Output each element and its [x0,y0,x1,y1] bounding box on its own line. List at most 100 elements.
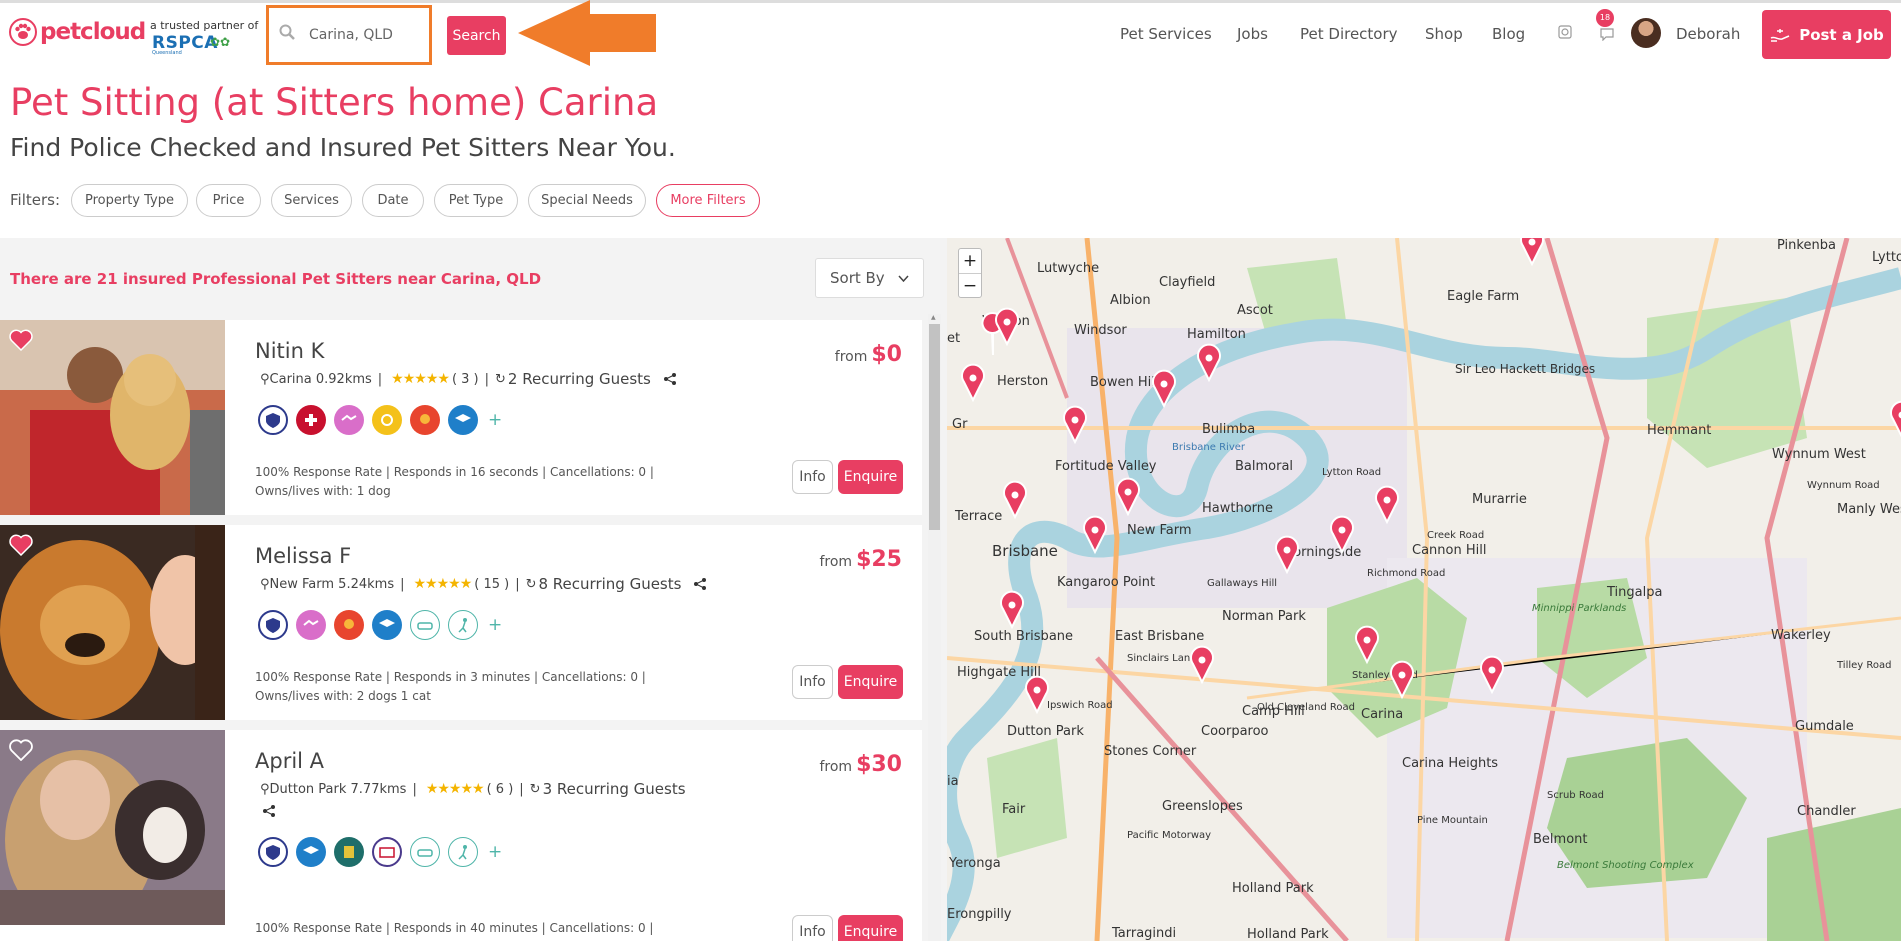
scrollbar-thumb[interactable] [929,324,940,530]
map-label-pacific-motorway: Pacific Motorway [1127,830,1211,841]
map-label-minnippi: Minnippi Parklands [1532,603,1626,614]
search-box[interactable] [266,5,432,65]
dog-walk-badge-icon[interactable] [448,837,478,867]
map-label-old-cleveland-road: Old Cleveland Road [1257,702,1355,713]
post-job-button[interactable]: Post a Job [1762,10,1891,59]
filter-services[interactable]: Services [271,184,352,217]
map-label-murarrie: Murarrie [1472,492,1527,507]
map-zoom-control[interactable]: + − [958,248,982,298]
info-button[interactable]: Info [792,665,833,699]
map-pin-dot [1528,238,1536,246]
map[interactable]: Clayfield Lutwyche Pinkenba Lytton Eagle… [947,238,1901,941]
enquire-button[interactable]: Enquire [838,460,903,494]
info-button[interactable]: Info [792,460,833,494]
first-aid-badge-icon[interactable] [296,405,326,435]
more-badges-icon[interactable]: + [488,615,502,635]
sitter-photo[interactable] [0,730,225,925]
filter-special-needs[interactable]: Special Needs [528,184,646,217]
from-label: from [819,759,853,775]
price-value: $25 [856,547,902,572]
map-label-hemmant: Hemmant [1647,423,1711,438]
map-label-greenslopes: Greenslopes [1162,799,1243,814]
favorite-heart-icon[interactable] [9,534,33,556]
favorite-heart-outline-icon[interactable] [9,739,33,761]
map-pin-dot [1363,636,1371,644]
award-badge-icon[interactable] [410,405,440,435]
sitter-card[interactable]: April A ⚲ Dutton Park 7.77kms | ★★★★★ ( … [0,730,922,941]
map-label-wakerley: Wakerley [1771,628,1831,643]
graduation-badge-icon[interactable] [448,405,478,435]
sitter-card[interactable]: Nitin K ⚲ Carina 0.92kms | ★★★★★ ( 3 ) |… [0,320,922,515]
sitter-photo[interactable] [0,525,225,720]
sitter-name[interactable]: Nitin K [255,339,324,363]
rating-stars: ★★★★★ [391,371,450,387]
page-title: Pet Sitting (at Sitters home) Carina [10,81,659,124]
police-check-badge-icon[interactable] [258,610,288,640]
sitter-name[interactable]: Melissa F [255,544,351,568]
award-badge-icon[interactable] [334,610,364,640]
share-icon[interactable] [693,577,707,591]
nav-shop[interactable]: Shop [1425,25,1463,43]
results-scrollbar[interactable]: ▲ [928,314,941,941]
book-badge-icon[interactable] [334,837,364,867]
petcloud-logo[interactable]: petcloud [8,17,146,47]
map-pin-icon: ⚲ [260,371,270,387]
handshake-badge-icon[interactable] [334,405,364,435]
filter-price[interactable]: Price [196,184,261,217]
favorite-heart-icon[interactable] [9,329,33,351]
map-label-coorparoo: Coorparoo [1201,724,1269,739]
car-badge-icon[interactable] [410,610,440,640]
filter-date[interactable]: Date [362,184,424,217]
review-count: ( 3 ) [451,371,479,387]
enquire-button[interactable]: Enquire [838,915,903,941]
sitter-stats: 100% Response Rate | Responds in 40 minu… [255,919,705,938]
more-badges-icon[interactable]: + [488,410,502,430]
nav-jobs[interactable]: Jobs [1237,25,1268,43]
zoom-in-button[interactable]: + [959,249,981,274]
police-check-badge-icon[interactable] [258,837,288,867]
police-check-badge-icon[interactable] [258,405,288,435]
sitter-name[interactable]: April A [255,749,324,773]
sitter-location: New Farm 5.24kms [269,576,395,592]
username[interactable]: Deborah [1676,25,1740,43]
map-label-tarragindi: Tarragindi [1111,926,1176,941]
car-badge-icon[interactable] [410,837,440,867]
page-subtitle: Find Police Checked and Insured Pet Sitt… [10,133,676,162]
filter-property-type[interactable]: Property Type [71,184,188,217]
share-icon[interactable] [663,372,677,386]
info-button[interactable]: Info [792,915,833,941]
share-icon[interactable] [262,804,276,818]
graduation-badge-icon[interactable] [296,837,326,867]
avatar[interactable] [1631,18,1661,48]
map-label-sinclairs: Sinclairs Lane [1127,653,1196,664]
nav-pet-directory[interactable]: Pet Directory [1300,25,1398,43]
more-badges-icon[interactable]: + [488,842,502,862]
post-job-label: Post a Job [1799,25,1884,44]
camera-icon[interactable] [1558,25,1572,39]
scroll-up-icon[interactable]: ▲ [931,314,936,321]
filter-pet-type[interactable]: Pet Type [434,184,518,217]
map-canvas[interactable]: Clayfield Lutwyche Pinkenba Lytton Eagle… [947,238,1901,941]
sitter-location: Dutton Park 7.77kms [269,781,407,797]
map-label-sir-leo-hackett: Sir Leo Hackett Bridges [1455,362,1595,376]
map-label-pine-mountain: Pine Mountain [1417,815,1488,826]
sitter-photo[interactable] [0,320,225,515]
map-label-ia: ia [947,774,959,789]
nav-pet-services[interactable]: Pet Services [1120,25,1212,43]
enquire-button[interactable]: Enquire [838,665,903,699]
handshake-badge-icon[interactable] [296,610,326,640]
graduation-badge-icon[interactable] [372,610,402,640]
location-input[interactable] [309,24,419,46]
chat-icon[interactable] [1600,27,1614,41]
zoom-out-button[interactable]: − [959,274,981,299]
more-filters-button[interactable]: More Filters [656,184,760,217]
map-label-wynnum-west: Wynnum West [1772,447,1866,462]
dog-walk-badge-icon[interactable] [448,610,478,640]
sitter-card[interactable]: Melissa F ⚲ New Farm 5.24kms | ★★★★★ ( 1… [0,525,922,720]
id-card-badge-icon[interactable] [372,837,402,867]
review-count: ( 15 ) [474,576,510,592]
nav-blog[interactable]: Blog [1492,25,1525,43]
sort-by-select[interactable]: Sort By [815,258,924,298]
search-button[interactable]: Search [447,16,506,55]
recurring-badge-icon[interactable] [372,405,402,435]
